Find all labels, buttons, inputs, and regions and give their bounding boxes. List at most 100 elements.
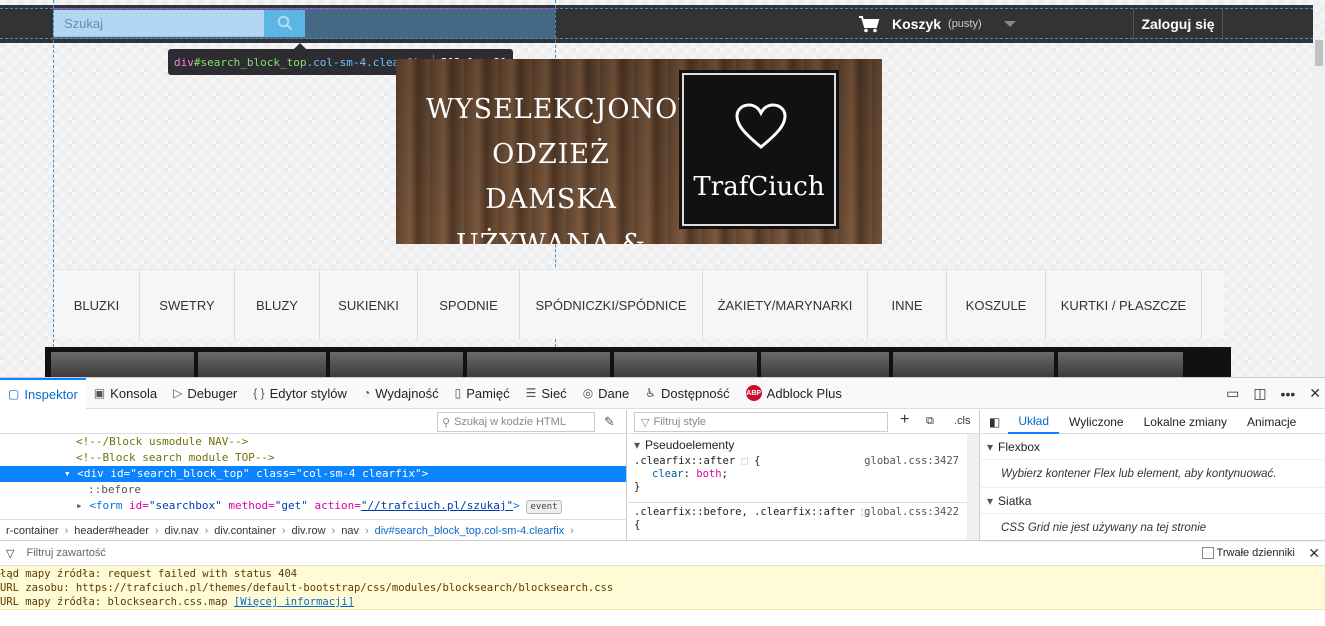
rules-toolbar: ▽ Filtruj style + ⧉ .cls [628, 410, 979, 434]
event-badge[interactable]: event [526, 500, 562, 514]
toggle-pane-icon[interactable]: ◧ [981, 415, 1008, 429]
breadcrumb-item-current[interactable]: div#search_block_top.col-sm-4.clearfix [369, 525, 571, 537]
menu-item-zakiety[interactable]: ŻAKIETY/MARYNARKI [703, 270, 868, 340]
product-thumbnail[interactable] [51, 352, 194, 377]
tab-memory[interactable]: ▯ Pamięć [447, 378, 518, 409]
more-info-link[interactable]: [Więcej informacji] [234, 596, 354, 608]
tab-console[interactable]: ▣ Konsola [86, 378, 165, 409]
cls-toggle[interactable]: .cls [954, 415, 971, 427]
product-thumbnail[interactable] [467, 352, 610, 377]
menu-item-bluzy[interactable]: BLUZY [235, 270, 320, 340]
collapse-arrow-icon: ▾ [987, 493, 994, 508]
rule-source-link[interactable]: global.css:3427 [864, 455, 959, 468]
page-scrollbar[interactable] [1313, 40, 1325, 377]
breadcrumb-item[interactable]: header#header [68, 525, 155, 537]
persist-logs-checkbox[interactable] [1201, 547, 1214, 559]
shop-banner[interactable]: WYSELEKCJONOWANA ODZIEŻ DAMSKA UŻYWANA &… [396, 59, 882, 244]
product-thumbnail[interactable] [614, 352, 757, 377]
tab-adblock[interactable]: ABP Adblock Plus [738, 378, 850, 409]
rules-filter-input[interactable]: ▽ Filtruj style [634, 412, 888, 432]
grid-heading: Siatka [998, 493, 1032, 508]
tab-layout[interactable]: Układ [1008, 410, 1060, 434]
flexbox-heading: Flexbox [998, 439, 1041, 454]
category-menu: BLUZKI SWETRY BLUZY SUKIENKI SPODNIE SPÓ… [54, 269, 1224, 340]
rule-declaration[interactable]: clear: both; [628, 468, 979, 481]
print-simulation-icon[interactable]: ⧉ [926, 415, 934, 428]
product-thumbnail[interactable] [1058, 352, 1183, 377]
product-thumbnail[interactable] [198, 352, 326, 377]
breadcrumb-item[interactable]: r-container [0, 525, 65, 537]
close-icon[interactable]: ✕ [1309, 385, 1321, 402]
menu-item-spodnie[interactable]: SPODNIE [418, 270, 520, 340]
menu-item-koszule[interactable]: KOSZULE [947, 270, 1046, 340]
attr-value: "search_block_top" [130, 467, 250, 480]
tab-inspector[interactable]: ▢ Inspektor [0, 377, 86, 409]
rule-source-link[interactable]: global.css:3422 [864, 506, 959, 519]
expand-arrow-icon[interactable]: ▾ [64, 467, 71, 480]
markup-comment[interactable]: <!--Block search module TOP--> [0, 450, 626, 466]
menu-item-sukienki[interactable]: SUKIENKI [320, 270, 418, 340]
tab-computed[interactable]: Wyliczone [1059, 410, 1134, 434]
css-property[interactable]: clear [652, 468, 684, 480]
menu-item-kurtki[interactable]: KURTKI / PŁASZCZE [1046, 270, 1202, 340]
console-line: URL zasobu: https://trafciuch.pl/themes/… [0, 582, 614, 594]
login-link[interactable]: Zaloguj się [1133, 8, 1223, 40]
toolbar-right-icons: ▭ ◫ ••• ✕ [1226, 378, 1321, 409]
sidebar-tabs: ◧ Układ Wyliczone Lokalne zmiany Animacj… [981, 410, 1325, 434]
markup-pseudo[interactable]: ::before [0, 482, 626, 498]
tab-storage[interactable]: ◎ Dane [575, 378, 638, 409]
shop-logo: TrafCiuch [679, 70, 839, 229]
rules-scrollbar[interactable] [967, 434, 979, 540]
tab-changes[interactable]: Lokalne zmiany [1134, 410, 1237, 434]
attr-name: action= [314, 499, 361, 512]
css-value[interactable]: both [696, 468, 721, 480]
console-filter-input[interactable]: Filtruj zawartość [26, 547, 105, 559]
markup-comment[interactable]: <!--/Block usmodule NAV--> [0, 434, 626, 450]
guide-line-top [0, 8, 1313, 9]
console-icon: ▣ [93, 386, 106, 400]
page-scrollbar-thumb[interactable] [1315, 40, 1323, 66]
close-icon[interactable]: ✕ [1308, 545, 1320, 562]
expand-arrow-icon[interactable]: ▸ [76, 499, 83, 512]
tag-close: > [513, 499, 520, 512]
eyedropper-icon[interactable]: ✎ [604, 414, 615, 430]
tab-accessibility[interactable]: ♿ Dostępność [637, 378, 737, 409]
tab-label: Dane [598, 385, 630, 401]
markup-node-selected[interactable]: ▾ <div id="search_block_top" class="col-… [0, 466, 626, 482]
persist-logs-option[interactable]: Trwałe dzienniki [1201, 547, 1295, 559]
chevron-right-icon[interactable]: › [570, 525, 574, 537]
layout-sidebar: ◧ Układ Wyliczone Lokalne zmiany Animacj… [981, 410, 1325, 542]
split-console-icon[interactable]: ▭ [1226, 385, 1239, 402]
cart-icon [859, 16, 880, 33]
cart-block[interactable]: Koszyk (pusty) [858, 8, 1016, 40]
memory-icon: ▯ [454, 386, 462, 400]
dock-icon[interactable]: ◫ [1253, 385, 1266, 402]
tab-network[interactable]: ☰ Sieć [518, 378, 575, 409]
rules-filter-placeholder: Filtruj style [653, 416, 707, 428]
breadcrumb-item[interactable]: div.nav [159, 525, 205, 537]
pseudo-elements-header[interactable]: ▾ Pseudoelementy [628, 434, 979, 455]
rule-selector-line[interactable]: .clearfix::after ⬚ { global.css:3427 [628, 455, 979, 468]
product-thumbnail[interactable] [330, 352, 463, 377]
breadcrumb-item[interactable]: div.container [208, 525, 282, 537]
product-thumbnail[interactable] [893, 352, 1054, 377]
menu-item-bluzki[interactable]: BLUZKI [54, 270, 140, 340]
markup-node[interactable]: ▸ <form id="searchbox" method="get" acti… [0, 498, 626, 514]
html-search-input[interactable]: ⚲ Szukaj w kodzie HTML [437, 412, 595, 432]
product-thumbnail[interactable] [761, 352, 889, 377]
tab-debugger[interactable]: ▷ Debuger [165, 378, 245, 409]
more-options-icon[interactable]: ••• [1281, 386, 1296, 402]
tab-performance[interactable]: ◔ Wydajność [355, 378, 447, 409]
menu-item-inne[interactable]: INNE [868, 270, 947, 340]
breadcrumb-item[interactable]: nav [335, 525, 365, 537]
breadcrumb-item[interactable]: div.row [286, 525, 332, 537]
grid-header[interactable]: ▾ Siatka [981, 488, 1325, 514]
flexbox-header[interactable]: ▾ Flexbox [981, 434, 1325, 460]
add-rule-icon[interactable]: + [900, 411, 909, 429]
rule-selector: .clearfix::after [634, 455, 736, 467]
rule-selector-line[interactable]: .clearfix::before, .clearfix::after ⬚ gl… [628, 506, 979, 519]
tab-style-editor[interactable]: { } Edytor stylów [245, 378, 355, 409]
menu-item-spodniczki[interactable]: SPÓDNICZKI/SPÓDNICE [520, 270, 703, 340]
tab-animations[interactable]: Animacje [1237, 410, 1306, 434]
menu-item-swetry[interactable]: SWETRY [140, 270, 235, 340]
